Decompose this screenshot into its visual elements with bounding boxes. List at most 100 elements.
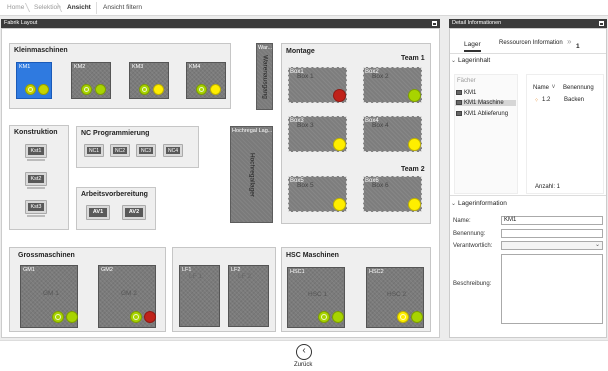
status-dot [210, 84, 221, 95]
tab-ressourcen-information[interactable]: Ressourcen Information [499, 40, 563, 46]
workstation-nc4[interactable]: NC4 [163, 144, 183, 157]
workstation-nc3[interactable]: NC3 [136, 144, 156, 157]
machine-hsc2[interactable]: HSC2 HSC 2 [366, 267, 424, 328]
tree-item-km1[interactable]: KM1 [456, 90, 476, 96]
box-3[interactable]: Box3 Box 3 [288, 116, 347, 152]
maximize-icon[interactable] [599, 21, 604, 26]
machine-km2[interactable]: KM2 [71, 62, 111, 99]
tree-item-label: KM1 [464, 90, 477, 96]
area-warenausgang[interactable]: War... Warenausgang [256, 43, 273, 110]
area-title: Kleinmaschinen [14, 47, 68, 54]
chevron-down-icon: ⌄ [451, 201, 457, 207]
machine-label: GM2 [101, 267, 113, 273]
benennung-field[interactable] [501, 229, 603, 238]
row-name[interactable]: 1.2 [542, 97, 550, 103]
machine-name: LF 1 [189, 273, 203, 280]
machine-km1[interactable]: KM1 [16, 62, 52, 99]
workstation-label: Kst3 [28, 203, 44, 211]
workstation-av1[interactable]: AV1 [86, 205, 110, 220]
workstation-stand [27, 187, 45, 189]
machine-km4[interactable]: KM4 [186, 62, 226, 99]
machine-km3[interactable]: KM3 [129, 62, 169, 99]
detail-panel-header: Detail Informationen [449, 19, 607, 28]
name-label: Name: [453, 218, 471, 224]
status-dot [25, 84, 36, 95]
status-dot [153, 84, 164, 95]
workstation-nc2[interactable]: NC2 [110, 144, 130, 157]
workstation-kst2[interactable]: Kst2 [25, 172, 47, 186]
workstation-label: AV2 [125, 208, 143, 217]
column-header-benennung[interactable]: Benennung [563, 85, 594, 91]
area-title: HSC Maschinen [286, 252, 339, 259]
workstation-nc1[interactable]: NC1 [84, 144, 104, 157]
verantwortlich-select[interactable]: ⌄ [501, 241, 603, 250]
box-5[interactable]: Box5 Box 5 [288, 176, 347, 212]
team-label: Team 1 [401, 55, 425, 62]
workstation-label: AV1 [89, 208, 107, 217]
box-6[interactable]: Box6 Box 6 [363, 176, 422, 212]
status-dot [333, 198, 346, 211]
workstation-kst3[interactable]: Kst3 [25, 200, 47, 214]
box-name: Box 4 [372, 122, 389, 129]
workstation-stand [27, 215, 45, 217]
tree-item-km1-maschine[interactable]: KM1 Maschine [455, 100, 516, 106]
box-4[interactable]: Box4 Box 4 [363, 116, 422, 152]
box-name: Box 2 [372, 73, 389, 80]
folder-icon [456, 90, 462, 95]
machine-label: KM4 [189, 64, 201, 70]
column-header-name[interactable]: Name [533, 85, 549, 91]
lagerinformation-section-header[interactable]: ⌄ Lagerinformation [451, 200, 507, 207]
breadcrumb-selektion[interactable]: Selektion [34, 4, 61, 11]
status-dot [66, 311, 78, 323]
tab-lager[interactable]: Lager [464, 41, 481, 52]
workstation-label: NC3 [139, 147, 153, 154]
machine-gm2[interactable]: GM2 GM 2 [98, 265, 156, 328]
beschreibung-textarea[interactable] [501, 254, 603, 324]
machine-name: HSC 1 [308, 291, 328, 298]
area-hochregallager[interactable]: Hochregal Lag... Hochregallager [230, 126, 273, 223]
machine-hsc1[interactable]: HSC1 HSC 1 [287, 267, 345, 328]
status-dot [397, 311, 409, 323]
area-vertical-label: Hochregallager [248, 152, 255, 197]
item-icon: ⁘ [534, 98, 540, 104]
workstation-label: Kst2 [28, 175, 44, 183]
status-dot [333, 138, 346, 151]
tabs-overflow-icon[interactable]: » [567, 37, 571, 46]
filter-view-button[interactable]: Ansicht filtern [103, 4, 142, 11]
machine-name: LF 2 [238, 273, 252, 280]
tree-item-label: KM1 Ablieferung [464, 111, 509, 117]
box-1[interactable]: Box1 Box 1 [288, 67, 347, 103]
status-dot [318, 311, 330, 323]
lagerinhalt-section-header[interactable]: ⌄ Lagerinhalt [451, 57, 490, 64]
machine-lf1[interactable]: LF1 LF 1 [179, 265, 220, 327]
machine-lf2[interactable]: LF2 LF 2 [228, 265, 269, 327]
name-field[interactable]: KM1 [501, 216, 603, 225]
back-button[interactable]: ‹ [296, 344, 312, 360]
machine-label: KM1 [19, 64, 31, 70]
breadcrumb-ansicht[interactable]: Ansicht [67, 4, 91, 11]
maximize-icon[interactable] [432, 21, 437, 26]
area-vertical-label: Warenausgang [261, 54, 268, 99]
machine-label: HSC1 [290, 269, 305, 275]
sort-icon[interactable]: v [552, 84, 555, 90]
breadcrumb-home[interactable]: Home [7, 4, 24, 11]
box-name: Box 6 [372, 182, 389, 189]
box-name: Box 3 [297, 122, 314, 129]
area-title: Arbeitsvorbereitung [81, 191, 148, 198]
status-dot [52, 311, 64, 323]
row-benennung[interactable]: Backen [564, 97, 584, 103]
chevron-down-icon: ⌄ [451, 58, 457, 64]
benennung-label: Benennung: [453, 231, 486, 237]
machine-label: HSC2 [369, 269, 384, 275]
box-2[interactable]: Box2 Box 2 [363, 67, 422, 103]
area-title: Grossmaschinen [18, 252, 75, 259]
team-label: Team 2 [401, 166, 425, 173]
tree-item-km1-ablieferung[interactable]: KM1 Ablieferung [456, 111, 508, 117]
status-dot [333, 89, 346, 102]
workstation-av2[interactable]: AV2 [122, 205, 146, 220]
machine-name: HSC 2 [387, 291, 407, 298]
section-title: Lagerinformation [458, 200, 507, 207]
machine-gm1[interactable]: GM1 GM 1 [20, 265, 78, 328]
back-label[interactable]: Zurück [294, 362, 312, 368]
workstation-kst1[interactable]: Kst1 [25, 144, 47, 158]
